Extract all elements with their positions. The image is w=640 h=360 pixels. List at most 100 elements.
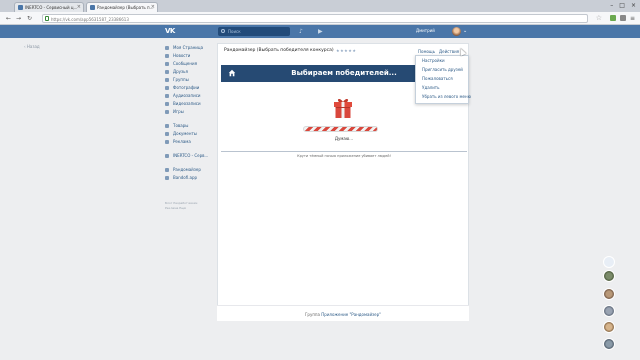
chat-avatar[interactable] <box>603 305 615 317</box>
sidebar-item-goods[interactable]: Товары <box>165 122 215 130</box>
back-arrow-icon[interactable]: ← <box>6 15 11 22</box>
sidebar-item-my-page[interactable]: Моя Страница <box>165 44 215 52</box>
sidebar-item-ads[interactable]: Реклама <box>165 138 215 146</box>
bag-icon <box>165 124 169 128</box>
music-icon[interactable]: ▶ <box>318 28 323 35</box>
group-avatar-icon <box>165 154 169 158</box>
browser-tab-inertco[interactable]: INERTCO - Сервисный ц... × <box>14 2 84 12</box>
megaphone-icon <box>165 140 169 144</box>
sidebar-item-photos[interactable]: Фотографии <box>165 84 215 92</box>
tab-label: Рандомайзер (Выбрать п... <box>97 5 154 10</box>
minimize-icon[interactable]: – <box>610 2 613 9</box>
browser-tab-randomizer[interactable]: Рандомайзер (Выбрать п... × <box>86 2 158 12</box>
menu-item-settings[interactable]: Настройки <box>416 56 468 65</box>
avatar[interactable] <box>452 27 461 36</box>
vk-favicon-icon <box>18 5 23 10</box>
sidebar-item-label: INERTCO - Серв... <box>173 153 209 158</box>
app-footer: Группа Приложение "Рандомайзер" <box>217 305 469 321</box>
menu-item-report[interactable]: Пожаловаться <box>416 74 468 83</box>
extension-icon[interactable] <box>620 15 626 21</box>
chat-avatar[interactable] <box>603 256 615 268</box>
vk-logo[interactable]: VK <box>165 27 175 35</box>
groups-icon <box>165 78 169 82</box>
sidebar-item-label: Друзья <box>173 69 188 74</box>
bookmark-star-icon[interactable]: ☆ <box>596 14 602 22</box>
sidebar-item-randomizer[interactable]: Рандомайзер <box>165 166 215 174</box>
window-controls: – □ × <box>610 2 636 9</box>
chat-avatar[interactable] <box>603 321 615 333</box>
close-icon[interactable]: × <box>77 4 81 10</box>
sidebar-item-news[interactable]: Новости <box>165 52 215 60</box>
sidebar-item-label: Bandofi.app <box>173 175 198 180</box>
close-window-icon[interactable]: × <box>631 2 636 9</box>
search-icon <box>221 29 225 33</box>
sidebar-item-label: Видеозаписи <box>173 101 201 106</box>
sidebar-item-audio[interactable]: Аудиозаписи <box>165 92 215 100</box>
sidebar-item-label: Товары <box>173 123 189 128</box>
sidebar-item-label: Аудиозаписи <box>173 93 201 98</box>
sidebar-item-label: Сообщения <box>173 61 198 66</box>
search-input[interactable]: Поиск <box>218 27 290 36</box>
music-note-icon <box>165 94 169 98</box>
chat-avatar[interactable] <box>603 288 615 300</box>
sidebar-item-label: Группы <box>173 77 189 82</box>
sidebar-item-documents[interactable]: Документы <box>165 130 215 138</box>
app-icon <box>165 176 169 180</box>
vk-favicon-icon <box>90 5 95 10</box>
friends-icon <box>165 70 169 74</box>
sidebar-item-bandofi[interactable]: Bandofi.app <box>165 174 215 182</box>
actions-button[interactable]: Действия <box>439 49 459 54</box>
status-text: Думаю... <box>334 136 354 141</box>
back-link[interactable]: ‹ Назад <box>24 44 40 49</box>
address-bar[interactable]: https://vk.com/app5631587_23386613 <box>42 14 588 23</box>
menu-item-delete[interactable]: Удалить <box>416 83 468 92</box>
sidebar-item-inertco[interactable]: INERTCO - Серв... <box>165 152 215 160</box>
sidebar-item-label: Игры <box>173 109 184 114</box>
sidebar-item-games[interactable]: Игры <box>165 108 215 116</box>
divider <box>221 151 467 152</box>
screen: INERTCO - Сервисный ц... × Рандомайзер (… <box>0 0 640 360</box>
chat-avatar[interactable] <box>603 338 615 350</box>
menu-item-invite-friends[interactable]: Пригласить друзей <box>416 65 468 74</box>
sidebar-item-label: Реклама <box>173 139 191 144</box>
browser-tabstrip: INERTCO - Сервисный ц... × Рандомайзер (… <box>0 0 640 12</box>
app-icon <box>165 168 169 172</box>
search-placeholder: Поиск <box>228 29 241 34</box>
video-icon <box>165 102 169 106</box>
gift-icon <box>334 98 352 118</box>
sidebar-item-label: Моя Страница <box>173 45 204 50</box>
extension-icon[interactable] <box>610 15 616 21</box>
document-icon <box>165 132 169 136</box>
user-name[interactable]: Дмитрий <box>416 28 435 33</box>
sidebar-item-label: Новости <box>173 53 191 58</box>
chevron-down-icon[interactable]: ⌄ <box>463 28 467 34</box>
sidebar-item-messages[interactable]: Сообщения <box>165 60 215 68</box>
tab-label: INERTCO - Сервисный ц... <box>25 5 78 10</box>
menu-icon[interactable]: ≡ <box>630 15 635 22</box>
vk-header: VK Поиск ♪ ▶ Дмитрий ⌄ <box>0 25 640 38</box>
chat-avatar[interactable] <box>603 270 615 282</box>
sidebar-item-groups[interactable]: Группы <box>165 76 215 84</box>
page-title: Рандомайзер (Выбрать победителя конкурса… <box>224 48 334 53</box>
browser-toolbar: ← → ↻ https://vk.com/app5631587_23386613… <box>0 12 640 25</box>
home-icon <box>165 46 169 50</box>
gamepad-icon <box>165 110 169 114</box>
camera-icon <box>165 86 169 90</box>
maximize-icon[interactable]: □ <box>619 2 625 9</box>
menu-footer: Блог Разработчикам Реклама Ещё <box>165 201 215 211</box>
menu-footer-line[interactable]: Реклама Ещё <box>165 206 215 211</box>
sidebar-item-friends[interactable]: Друзья <box>165 68 215 76</box>
sidebar-item-label: Рандомайзер <box>173 167 201 172</box>
back-label: Назад <box>26 44 40 49</box>
close-icon[interactable]: × <box>151 4 155 10</box>
actions-dropdown: Настройки Пригласить друзей Пожаловаться… <box>415 55 471 104</box>
sidebar-item-video[interactable]: Видеозаписи <box>165 100 215 108</box>
menu-item-remove-from-menu[interactable]: Убрать из левого меню <box>416 92 471 101</box>
help-link[interactable]: Помощь <box>418 49 435 54</box>
reload-icon[interactable]: ↻ <box>27 15 32 22</box>
sidebar-item-label: Фотографии <box>173 85 200 90</box>
forward-arrow-icon[interactable]: → <box>16 15 21 22</box>
sidebar-item-label: Документы <box>173 131 197 136</box>
bell-icon[interactable]: ♪ <box>299 28 303 35</box>
footer-link[interactable]: Приложение "Рандомайзер" <box>321 312 381 317</box>
